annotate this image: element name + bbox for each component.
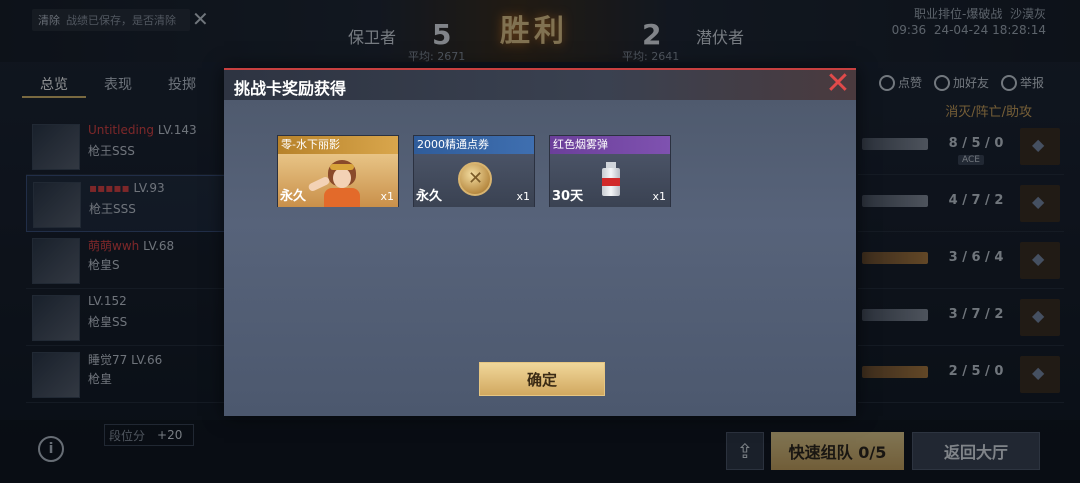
reward-duration: 永久 xyxy=(280,189,307,204)
reward-card[interactable]: 零-水下丽影 永久 x1 xyxy=(277,135,399,207)
reward-duration: 30天 xyxy=(552,189,584,204)
smoke-grenade-icon xyxy=(602,162,620,196)
reward-duration: 永久 xyxy=(416,189,443,204)
close-icon[interactable]: ✕ xyxy=(822,69,854,102)
dialog-title: 挑战卡奖励获得 xyxy=(234,79,347,98)
character-portrait-icon xyxy=(307,158,362,207)
reward-name: 零-水下丽影 xyxy=(278,136,398,154)
reward-name: 2000精通点券 xyxy=(414,136,534,154)
reward-dialog: 挑战卡奖励获得 ✕ 零-水下丽影 永久 x1 2000精通点券 永久 x1 红色… xyxy=(224,68,856,416)
coin-icon xyxy=(458,162,492,196)
confirm-button[interactable]: 确定 xyxy=(479,362,605,396)
reward-name: 红色烟雾弹 xyxy=(550,136,670,154)
reward-count: x1 xyxy=(652,190,666,203)
reward-card[interactable]: 2000精通点券 永久 x1 xyxy=(413,135,535,207)
reward-count: x1 xyxy=(380,190,394,203)
reward-card[interactable]: 红色烟雾弹 30天 x1 xyxy=(549,135,671,207)
dialog-header: 挑战卡奖励获得 ✕ xyxy=(224,68,856,100)
reward-count: x1 xyxy=(516,190,530,203)
